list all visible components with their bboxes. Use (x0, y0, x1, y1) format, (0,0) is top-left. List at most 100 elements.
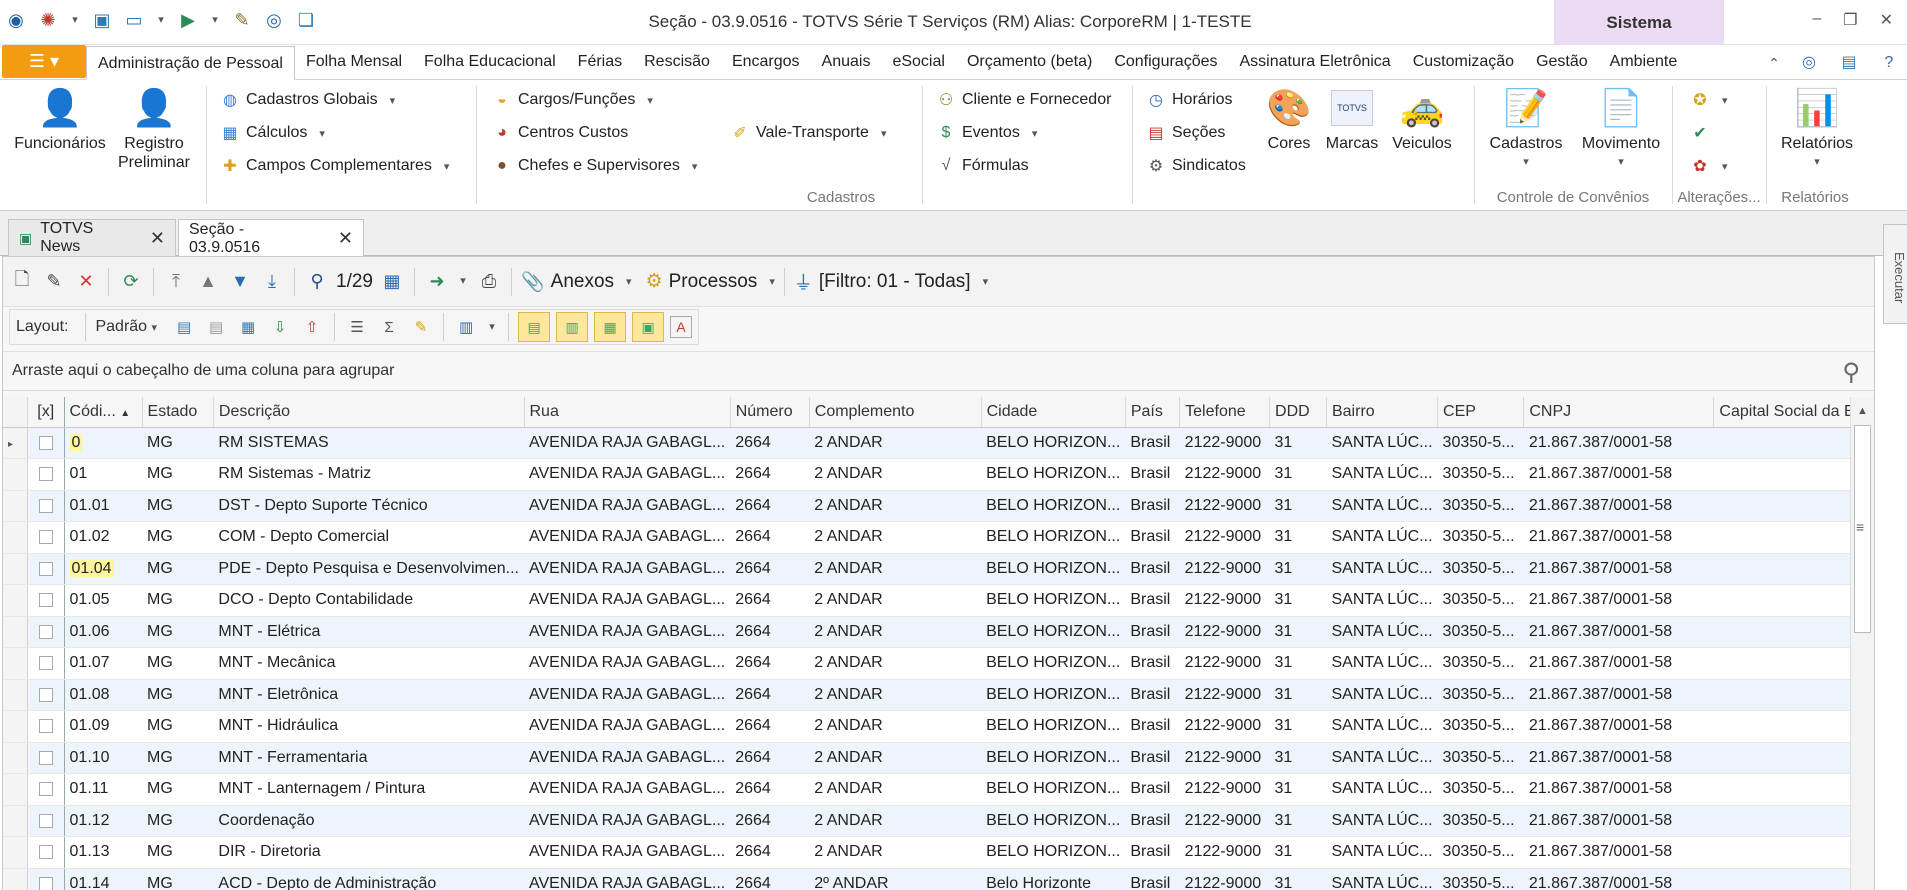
new-window-icon[interactable]: ▣ (90, 8, 114, 32)
cell-estado[interactable]: MG (142, 458, 214, 491)
globe-icon[interactable]: ✺ (36, 8, 60, 32)
cell-descricao[interactable]: MNT - Eletrônica (213, 679, 524, 711)
cell-numero[interactable]: 2664 (730, 773, 810, 806)
cell-bairro[interactable]: SANTA LÚC... (1326, 805, 1438, 837)
cell-pais[interactable]: Brasil (1125, 616, 1180, 648)
cell-complemento[interactable]: 2º ANDAR (809, 868, 982, 890)
vertical-scrollbar[interactable]: ▲ ≡ (1850, 397, 1874, 890)
delete-icon[interactable]: ✕ (73, 267, 99, 297)
doc-tab-secao[interactable]: Seção - 03.9.0516 ✕ (178, 219, 364, 257)
cell-bairro[interactable]: SANTA LÚC... (1326, 458, 1438, 491)
cell-numero[interactable]: 2664 (730, 458, 810, 491)
table-row[interactable]: 01.04 MG PDE - Depto Pesquisa e Desenvolvi… (3, 553, 1874, 585)
cell-complemento[interactable]: 2 ANDAR (809, 710, 982, 743)
tab-esocial[interactable]: eSocial (881, 45, 955, 79)
cell-rua[interactable]: AVENIDA RAJA GABAGL... (524, 805, 731, 837)
cell-rua[interactable]: AVENIDA RAJA GABAGL... (524, 868, 731, 890)
cell-cep[interactable]: 30350-5... (1437, 742, 1524, 774)
row-indicator[interactable] (3, 679, 28, 711)
cell-ddd[interactable]: 31 (1269, 836, 1327, 869)
column-header-codigo[interactable]: Códi... ▲ (64, 397, 143, 428)
row-checkbox[interactable] (38, 782, 53, 797)
cores-button[interactable]: 🎨 Cores (1262, 84, 1316, 153)
cell-ddd[interactable]: 31 (1269, 458, 1327, 491)
cell-rua[interactable]: AVENIDA RAJA GABAGL... (524, 490, 731, 522)
cell-cidade[interactable]: BELO HORIZON... (981, 647, 1126, 680)
cell-cep[interactable]: 30350-5... (1437, 584, 1524, 617)
last-record-icon[interactable]: ⤓ (259, 267, 285, 297)
cell-bairro[interactable]: SANTA LÚC... (1326, 616, 1438, 648)
tab-assinatura-eletronica[interactable]: Assinatura Eletrônica (1229, 45, 1402, 79)
cell-telefone[interactable]: 2122-9000 (1179, 458, 1270, 491)
cell-cep[interactable]: 30350-5... (1437, 427, 1524, 459)
cell-descricao[interactable]: DIR - Diretoria (213, 836, 524, 869)
cell-complemento[interactable]: 2 ANDAR (809, 805, 982, 837)
cell-codigo[interactable]: 01.04 (64, 553, 143, 585)
table-row[interactable]: 01.10 MG MNT - Ferramentaria AVENIDA RAJA G… (3, 742, 1874, 774)
tools-icon[interactable]: ✎ (230, 8, 254, 32)
cell-telefone[interactable]: 2122-9000 (1179, 427, 1270, 459)
cell-rua[interactable]: AVENIDA RAJA GABAGL... (524, 742, 731, 774)
cell-cep[interactable]: 30350-5... (1437, 553, 1524, 585)
cell-cidade[interactable]: BELO HORIZON... (981, 679, 1126, 711)
cell-cnpj[interactable]: 21.867.387/0001-58 (1523, 521, 1714, 554)
row-checkbox[interactable] (38, 656, 53, 671)
print-icon[interactable]: ⎙ (476, 267, 502, 297)
table-row[interactable]: 01.08 MG MNT - Eletrônica AVENIDA RAJA GABA… (3, 679, 1874, 711)
filter-row-icon[interactable]: ☰ (344, 312, 370, 342)
collapse-ribbon-icon[interactable]: ⌃ (1767, 51, 1781, 75)
column-header-ddd[interactable]: DDD (1269, 397, 1327, 428)
cell-telefone[interactable]: 2122-9000 (1179, 521, 1270, 554)
cell-rua[interactable]: AVENIDA RAJA GABAGL... (524, 836, 731, 869)
cell-cep[interactable]: 30350-5... (1437, 616, 1524, 648)
chevron-down-icon[interactable]: ▾ (485, 315, 499, 339)
cell-rua[interactable]: AVENIDA RAJA GABAGL... (524, 679, 731, 711)
cell-estado[interactable]: MG (142, 521, 214, 554)
web-icon[interactable]: ◎ (262, 8, 286, 32)
alteracoes-button-3[interactable]: ✿ ▾ (1690, 154, 1727, 178)
cell-ddd[interactable]: 31 (1269, 647, 1327, 680)
column-header-cidade[interactable]: Cidade (981, 397, 1126, 428)
cell-bairro[interactable]: SANTA LÚC... (1326, 773, 1438, 806)
minimize-button[interactable]: – (1812, 10, 1821, 30)
column-header-telefone[interactable]: Telefone (1179, 397, 1271, 428)
eventos-button[interactable]: $ Eventos ▾ (936, 121, 1038, 145)
cell-complemento[interactable]: 2 ANDAR (809, 836, 982, 869)
cell-bairro[interactable]: SANTA LÚC... (1326, 521, 1438, 554)
cell-descricao[interactable]: DST - Depto Suporte Técnico (213, 490, 524, 522)
cell-codigo[interactable]: 0 (64, 427, 143, 459)
doc-tab-totvs-news[interactable]: ▣ TOTVS News ✕ (8, 219, 176, 256)
cell-cidade[interactable]: BELO HORIZON... (981, 584, 1126, 617)
executar-side-panel[interactable]: Executar (1883, 224, 1907, 324)
edit-record-icon[interactable]: ✎ (41, 267, 67, 297)
cell-descricao[interactable]: Coordenação (213, 805, 524, 837)
cell-cidade[interactable]: BELO HORIZON... (981, 521, 1126, 554)
new-record-icon[interactable]: 🗋 (9, 267, 35, 297)
cell-descricao[interactable]: MNT - Elétrica (213, 616, 524, 648)
cell-cnpj[interactable]: 21.867.387/0001-58 (1523, 584, 1714, 617)
cell-rua[interactable]: AVENIDA RAJA GABAGL... (524, 647, 731, 680)
cell-complemento[interactable]: 2 ANDAR (809, 647, 982, 680)
cell-bairro[interactable]: SANTA LÚC... (1326, 679, 1438, 711)
cadastros-globais-button[interactable]: ◍ Cadastros Globais ▾ (220, 88, 395, 112)
table-row[interactable]: 01.01 MG DST - Depto Suporte Técnico AVENID… (3, 490, 1874, 522)
row-checkbox[interactable] (38, 719, 53, 734)
view-option-4-icon[interactable]: ▣ (632, 312, 665, 342)
cell-bairro[interactable]: SANTA LÚC... (1326, 742, 1438, 774)
cell-estado[interactable]: MG (142, 647, 214, 680)
refresh-icon[interactable]: ⟳ (118, 267, 144, 297)
cell-estado[interactable]: MG (142, 836, 214, 869)
column-header-pais[interactable]: País (1125, 397, 1181, 428)
import-icon[interactable]: ➜ (424, 267, 450, 297)
chart-icon[interactable]: ▥ (453, 312, 479, 342)
campos-complementares-button[interactable]: ✚ Campos Complementares ▾ (220, 154, 449, 178)
window-icon[interactable]: ▭ (122, 8, 146, 32)
application-menu-button[interactable]: ☰ ▾ (2, 45, 86, 78)
cell-pais[interactable]: Brasil (1125, 836, 1180, 869)
close-window-button[interactable]: ✕ (1880, 10, 1893, 30)
cell-estado[interactable]: MG (142, 805, 214, 837)
cell-ddd[interactable]: 31 (1269, 490, 1327, 522)
cell-cnpj[interactable]: 21.867.387/0001-58 (1523, 427, 1714, 459)
table-row[interactable]: 01.07 MG MNT - Mecânica AVENIDA RAJA GABAGL… (3, 647, 1874, 680)
cell-pais[interactable]: Brasil (1125, 521, 1180, 554)
